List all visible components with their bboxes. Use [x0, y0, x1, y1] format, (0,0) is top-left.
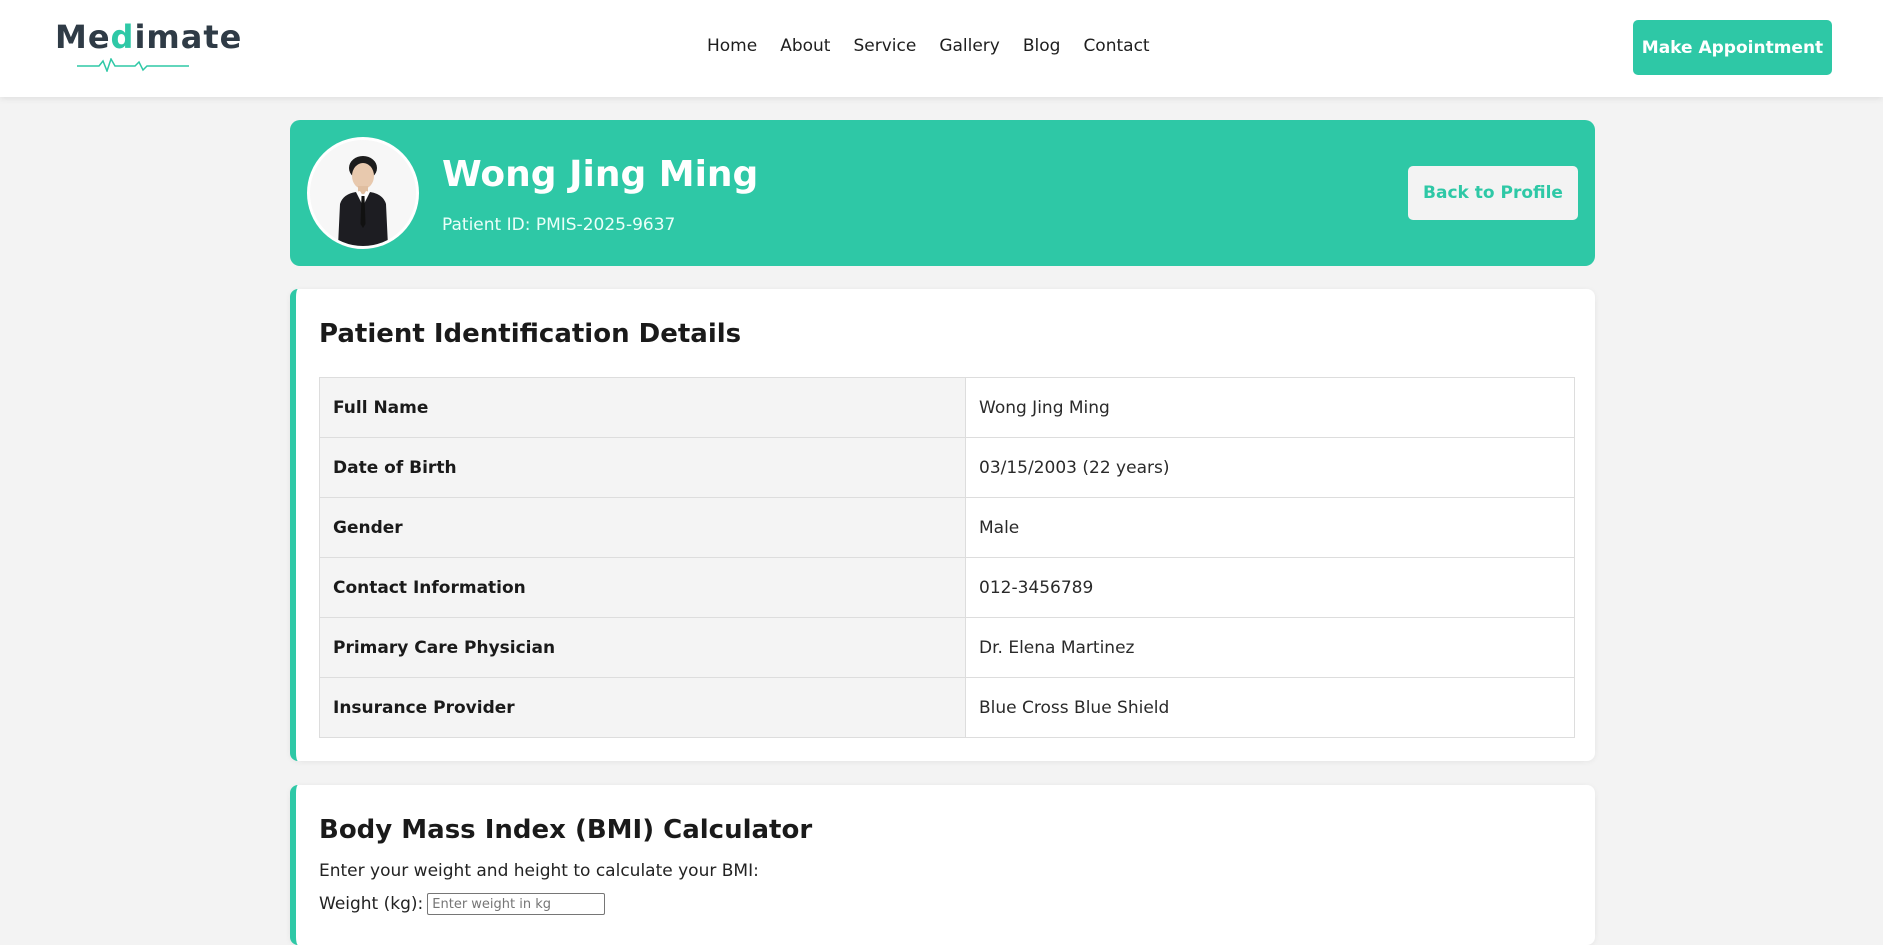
row-label: Full Name — [319, 377, 966, 438]
nav-blog[interactable]: Blog — [1023, 36, 1061, 56]
row-value: 012-3456789 — [965, 557, 1575, 618]
nav-service[interactable]: Service — [853, 36, 916, 56]
weight-input[interactable] — [427, 893, 606, 915]
table-row: Date of Birth 03/15/2003 (22 years) — [319, 437, 1575, 498]
heartbeat-icon — [77, 58, 189, 72]
make-appointment-button[interactable]: Make Appointment — [1633, 20, 1832, 75]
row-label: Date of Birth — [319, 437, 966, 498]
row-label: Insurance Provider — [319, 677, 966, 738]
table-row: Primary Care Physician Dr. Elena Martine… — [319, 617, 1575, 678]
nav-gallery[interactable]: Gallery — [939, 36, 1000, 56]
row-value: 03/15/2003 (22 years) — [965, 437, 1575, 498]
patient-name: Wong Jing Ming — [442, 154, 759, 195]
row-value: Blue Cross Blue Shield — [965, 677, 1575, 738]
table-row: Contact Information 012-3456789 — [319, 557, 1575, 618]
row-label: Primary Care Physician — [319, 617, 966, 678]
nav-contact[interactable]: Contact — [1083, 36, 1149, 56]
nav-about[interactable]: About — [780, 36, 830, 56]
nav-links: Home About Service Gallery Blog Contact — [707, 36, 1173, 56]
row-value: Wong Jing Ming — [965, 377, 1575, 438]
back-to-profile-button[interactable]: Back to Profile — [1408, 166, 1578, 220]
logo[interactable]: Medimate — [55, 18, 241, 74]
patient-header: Wong Jing Ming Patient ID: PMIS-2025-963… — [290, 120, 1595, 266]
row-value: Dr. Elena Martinez — [965, 617, 1575, 678]
table-row: Gender Male — [319, 497, 1575, 558]
avatar — [307, 137, 419, 249]
nav-home[interactable]: Home — [707, 36, 757, 56]
weight-label: Weight (kg): — [319, 894, 424, 914]
person-icon — [310, 140, 416, 246]
details-title: Patient Identification Details — [319, 319, 742, 349]
bmi-intro: Enter your weight and height to calculat… — [319, 861, 759, 881]
bmi-calculator-card: Body Mass Index (BMI) Calculator Enter y… — [290, 785, 1595, 945]
row-value: Male — [965, 497, 1575, 558]
row-label: Contact Information — [319, 557, 966, 618]
row-label: Gender — [319, 497, 966, 558]
details-table: Full Name Wong Jing Ming Date of Birth 0… — [319, 377, 1575, 738]
navbar: Medimate Home About Service Gallery Blog… — [0, 0, 1883, 97]
patient-details-card: Patient Identification Details Full Name… — [290, 289, 1595, 761]
table-row: Insurance Provider Blue Cross Blue Shiel… — [319, 677, 1575, 738]
patient-id: Patient ID: PMIS-2025-9637 — [442, 215, 676, 235]
logo-text: Medimate — [55, 18, 243, 56]
bmi-title: Body Mass Index (BMI) Calculator — [319, 815, 813, 845]
weight-row: Weight (kg): — [319, 893, 606, 915]
table-row: Full Name Wong Jing Ming — [319, 377, 1575, 438]
